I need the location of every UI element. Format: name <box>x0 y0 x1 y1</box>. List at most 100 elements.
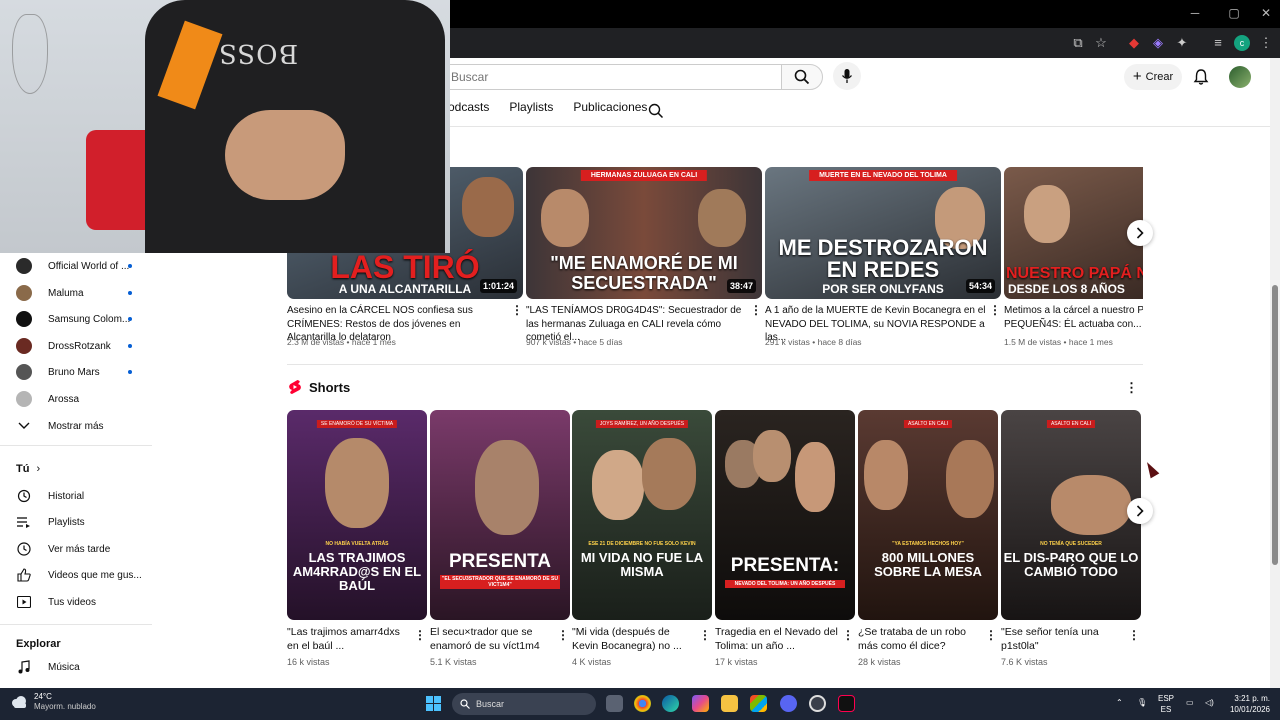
scrollbar-thumb[interactable] <box>1272 285 1278 565</box>
edge-icon[interactable] <box>662 695 679 712</box>
notifications-bell-icon[interactable] <box>1192 68 1210 86</box>
install-app-icon[interactable]: ⧉ <box>1070 35 1086 51</box>
copilot-icon[interactable] <box>692 695 709 712</box>
more-options-icon[interactable]: ⋮ <box>511 304 523 318</box>
close-window-icon[interactable]: ✕ <box>1256 6 1276 20</box>
task-view-icon[interactable] <box>606 695 623 712</box>
sidebar-item-playlists[interactable]: Playlists <box>16 511 154 533</box>
discord-icon[interactable] <box>780 695 797 712</box>
more-options-icon[interactable]: ⋮ <box>699 628 711 642</box>
tab-playlists[interactable]: Playlists <box>509 100 553 122</box>
file-explorer-icon[interactable] <box>721 695 738 712</box>
tray-chevron-up-icon[interactable]: ⌃ <box>1116 697 1123 708</box>
store-icon[interactable] <box>750 695 767 712</box>
chrome-icon[interactable] <box>634 695 651 712</box>
more-options-icon[interactable]: ⋮ <box>842 628 854 642</box>
channel-search-icon[interactable] <box>648 103 664 119</box>
thumbnail-tag: HERMANAS ZULUAGA EN CALI <box>580 170 708 181</box>
sidebar-sub-samsung[interactable]: Samsung Colom... <box>16 308 154 330</box>
sidebar-item-music[interactable]: Música <box>16 656 154 678</box>
short-thumbnail[interactable]: PRESENTA "EL SECU3STRADOR QUE SE ENAMORÓ… <box>430 410 570 620</box>
video-title[interactable]: Metimos a la cárcel a nuestro PAPÁ desde… <box>1004 304 1143 331</box>
video-thumbnail[interactable]: MUERTE EN EL NEVADO DEL TOLIMA ME DESTRO… <box>765 167 1001 299</box>
short-title[interactable]: "Las trajimos amarr4dxs en el baúl ... <box>287 625 411 653</box>
sidebar-sub-bruno-mars[interactable]: Bruno Mars <box>16 361 154 383</box>
short-small-tag: "EL SECU3STRADOR QUE SE ENAMORÓ DE SU VI… <box>440 575 560 589</box>
chevron-right-icon <box>1136 227 1144 239</box>
more-options-icon[interactable]: ⋮ <box>985 628 997 642</box>
tab-publicaciones[interactable]: Publicaciones <box>573 100 647 122</box>
short-title[interactable]: "Ese señor tenía una p1st0la" <box>1001 625 1125 653</box>
sidebar-item-label: DrossRotzank <box>48 340 111 352</box>
tray-microphone-icon[interactable]: 🎙 <box>1137 697 1147 708</box>
short-thumbnail[interactable]: ASALTO EN CALI "YA ESTAMOS HECHOS HOY" 8… <box>858 410 998 620</box>
browser-menu-icon[interactable]: ⋮ <box>1258 35 1274 51</box>
windows-start-icon[interactable] <box>426 696 441 711</box>
shorts-next-button[interactable] <box>1127 498 1153 524</box>
short-thumbnail[interactable]: SE ENAMORÓ DE SU VÍCTIMA NO HABÍA VUELTA… <box>287 410 427 620</box>
video-age: hace 8 días <box>817 337 862 347</box>
volume-icon[interactable]: ◁) <box>1205 697 1214 708</box>
short-title[interactable]: Tragedia en el Nevado del Tolima: un año… <box>715 625 839 653</box>
sidebar-item-liked-videos[interactable]: Videos que me gus... <box>16 564 154 586</box>
media-control-icon[interactable]: ≡ <box>1210 35 1226 51</box>
network-icon[interactable]: ▭ <box>1186 697 1194 708</box>
search-input[interactable] <box>441 65 782 89</box>
short-thumbnail[interactable]: ASALTO EN CALI NO TENÍA QUE SUCEDER EL D… <box>1001 410 1141 620</box>
maximize-icon[interactable]: ▢ <box>1224 6 1244 20</box>
sidebar-sub-maluma[interactable]: Maluma <box>16 282 154 304</box>
create-button[interactable]: + Crear <box>1124 64 1182 90</box>
video-views: 2.3 M de vistas <box>287 337 345 347</box>
sidebar-item-label: Historial <box>48 490 85 502</box>
obs-icon[interactable] <box>809 695 826 712</box>
clock[interactable]: 3:21 p. m. 10/01/2026 <box>1224 693 1270 715</box>
videos-next-button[interactable] <box>1127 220 1153 246</box>
voice-search-button[interactable] <box>833 62 861 90</box>
sidebar-item-historial[interactable]: Historial <box>16 485 154 507</box>
extensions-puzzle-icon[interactable]: ✦ <box>1174 35 1190 51</box>
search-button[interactable] <box>781 64 823 90</box>
video-thumbnail[interactable]: HERMANAS ZULUAGA EN CALI "ME ENAMORÉ DE … <box>526 167 762 299</box>
taskbar-search[interactable]: Buscar <box>452 693 596 715</box>
more-options-icon[interactable]: ⋮ <box>1128 628 1140 642</box>
tiktok-icon[interactable] <box>838 695 855 712</box>
more-options-icon[interactable]: ⋮ <box>750 304 762 318</box>
minimize-icon[interactable]: ─ <box>1185 6 1205 20</box>
bookmark-star-icon[interactable]: ☆ <box>1093 35 1109 51</box>
more-options-icon[interactable]: ⋮ <box>414 628 426 642</box>
extension-purple-icon[interactable]: ◈ <box>1150 35 1166 51</box>
mouse-cursor <box>1142 459 1160 479</box>
video-card[interactable]: NUESTRO PAPÁ NOS ABUS4B4 DESDE LOS 8 AÑO… <box>1004 167 1143 357</box>
extension-red-icon[interactable]: ◆ <box>1126 35 1142 51</box>
search-field[interactable] <box>440 64 782 90</box>
profile-icon[interactable]: c <box>1234 35 1250 51</box>
show-more-button[interactable]: Mostrar más <box>16 415 154 437</box>
shirt-logo: BOSS <box>218 38 299 68</box>
short-title[interactable]: El secu×trador que se enamoró de su víct… <box>430 625 554 653</box>
short-title[interactable]: ¿Se trataba de un robo más como él dice? <box>858 625 982 653</box>
windows-taskbar: 24°C Mayorm. nublado Buscar ⌃ 🎙 ESP ES ▭… <box>0 688 1280 720</box>
sidebar-sub-dross[interactable]: DrossRotzank <box>16 335 154 357</box>
more-options-icon[interactable]: ⋮ <box>989 304 1001 318</box>
search-icon <box>460 699 470 709</box>
new-content-dot <box>128 317 132 321</box>
more-options-icon[interactable]: ⋮ <box>557 628 569 642</box>
weather-widget[interactable]: 24°C Mayorm. nublado <box>10 692 96 712</box>
video-thumbnail[interactable]: NUESTRO PAPÁ NOS ABUS4B4 DESDE LOS 8 AÑO… <box>1004 167 1143 299</box>
short-thumbnail[interactable]: JOYS RAMÍREZ, UN AÑO DESPUÉS ESE 21 DE D… <box>572 410 712 620</box>
sidebar-sub-official-world[interactable]: Official World of ... <box>16 255 154 277</box>
short-title[interactable]: "Mi vida (después de Kevin Bocanegra) no… <box>572 625 696 653</box>
short-thumbnail[interactable]: PRESENTA: NEVADO DEL TOLIMA: UN AÑO DESP… <box>715 410 855 620</box>
sidebar-item-your-videos[interactable]: Tus videos <box>16 591 154 613</box>
short-top-tag: JOYS RAMÍREZ, UN AÑO DESPUÉS <box>595 420 689 428</box>
microphone-icon <box>841 69 853 83</box>
sidebar-sub-arossa[interactable]: Arossa <box>16 388 154 410</box>
user-avatar[interactable] <box>1229 66 1251 88</box>
language-indicator[interactable]: ESP ES <box>1158 693 1174 715</box>
shorts-more-options-icon[interactable]: ⋮ <box>1125 380 1138 396</box>
you-section-heading[interactable]: Tú › <box>16 463 40 475</box>
sidebar-item-watch-later[interactable]: Ver más tarde <box>16 538 154 560</box>
new-content-dot <box>128 264 132 268</box>
shorts-heading: Shorts <box>288 379 350 395</box>
shorts-icon <box>289 380 301 394</box>
